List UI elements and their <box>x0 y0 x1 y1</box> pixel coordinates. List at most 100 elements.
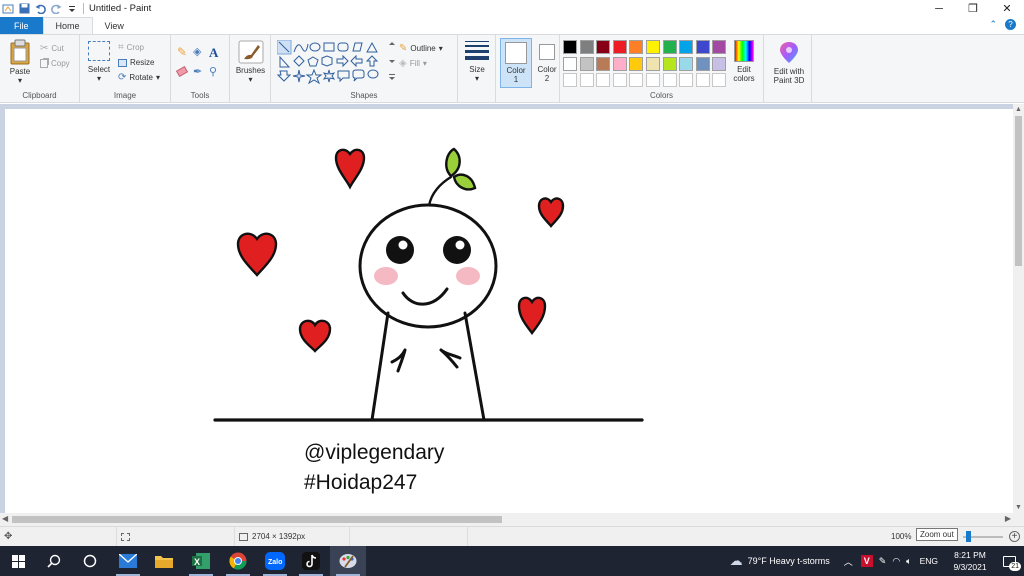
palette-swatch[interactable] <box>695 56 710 71</box>
paint-app-icon[interactable] <box>2 3 14 15</box>
zoom-slider[interactable] <box>963 531 1003 542</box>
palette-swatch[interactable] <box>563 73 577 88</box>
collapse-ribbon-icon[interactable]: ⌃ <box>989 19 997 30</box>
brushes-button[interactable]: Brushes ▾ <box>234 40 267 84</box>
tab-home[interactable]: Home <box>42 17 93 34</box>
clock[interactable]: 8:21 PM 9/3/2021 <box>946 549 994 573</box>
cut-button[interactable]: ✂ Cut <box>40 41 70 56</box>
scroll-up-arrow[interactable]: ▲ <box>1015 106 1022 113</box>
vertical-scrollbar[interactable]: ▲ ▼ <box>1013 104 1024 513</box>
maximize-button[interactable]: ❐ <box>956 0 990 17</box>
eraser-icon[interactable] <box>175 65 189 78</box>
size-dropdown-icon[interactable]: ▾ <box>464 74 490 83</box>
zoom-in-button[interactable]: + <box>1009 531 1020 542</box>
horizontal-scroll-thumb[interactable] <box>12 516 502 523</box>
palette-swatch[interactable] <box>712 73 727 88</box>
palette-swatch[interactable] <box>679 56 694 71</box>
language-indicator[interactable]: ENG <box>920 556 938 566</box>
vertical-scroll-thumb[interactable] <box>1015 116 1022 266</box>
network-icon[interactable]: ◠ <box>892 556 900 567</box>
tab-view[interactable]: View <box>93 17 136 34</box>
taskbar-file-explorer[interactable] <box>146 546 182 576</box>
palette-swatch[interactable] <box>712 56 727 71</box>
crop-button[interactable]: ⌗ Crop <box>118 40 160 55</box>
shapes-gallery[interactable] <box>277 40 397 86</box>
scroll-left-arrow[interactable]: ◀ <box>2 514 8 523</box>
palette-swatch[interactable] <box>679 40 694 54</box>
save-icon[interactable] <box>18 3 30 15</box>
taskbar-paint[interactable] <box>330 546 366 576</box>
resize-button[interactable]: Resize <box>118 55 160 70</box>
text-tool-icon[interactable]: A <box>209 45 225 65</box>
pencil-icon[interactable]: ✎ <box>177 45 193 65</box>
taskbar-zalo[interactable]: Zalo <box>257 546 293 576</box>
palette-swatch[interactable] <box>629 73 644 88</box>
edit-with-paint3d-button[interactable]: Edit with Paint 3D <box>767 41 811 85</box>
paste-button[interactable]: Paste ▾ <box>6 39 34 87</box>
redo-icon[interactable] <box>50 3 62 15</box>
palette-swatch[interactable] <box>563 56 577 71</box>
drawing-canvas[interactable]: @viplegendary #Hoidap247 <box>5 109 1013 513</box>
help-icon[interactable]: ? <box>1005 19 1016 30</box>
fill-button[interactable]: ◈ Fill ▾ <box>399 56 443 71</box>
select-dropdown-icon[interactable]: ▾ <box>85 74 113 83</box>
brushes-dropdown-icon[interactable]: ▾ <box>234 75 267 84</box>
copy-button[interactable]: Copy <box>40 56 70 71</box>
palette-swatch[interactable] <box>662 40 677 54</box>
taskbar-tiktok[interactable] <box>293 546 329 576</box>
select-button[interactable]: Select ▾ <box>85 41 113 83</box>
undo-icon[interactable] <box>34 3 46 15</box>
fill-bucket-icon[interactable]: ◈ <box>193 45 209 65</box>
taskbar-excel[interactable]: X <box>183 546 219 576</box>
zoom-slider-thumb[interactable] <box>966 531 971 542</box>
color-picker-icon[interactable]: ✒ <box>193 65 209 85</box>
start-button[interactable] <box>0 546 36 576</box>
minimize-button[interactable]: ─ <box>922 0 956 17</box>
palette-swatch[interactable] <box>695 40 710 54</box>
palette-swatch[interactable] <box>645 40 660 54</box>
palette-swatch[interactable] <box>579 56 594 71</box>
volume-icon[interactable]: 🔈︎ <box>906 556 911 567</box>
outline-dropdown-icon[interactable]: ▾ <box>439 44 443 53</box>
scroll-down-arrow[interactable]: ▼ <box>1015 504 1022 511</box>
edit-colors-button[interactable]: Edit colors <box>729 40 759 83</box>
palette-swatch[interactable] <box>629 56 644 71</box>
palette-swatch[interactable] <box>679 73 694 88</box>
color1-button[interactable]: Color 1 <box>500 38 532 88</box>
palette-swatch[interactable] <box>712 40 727 54</box>
palette-swatch[interactable] <box>579 40 594 54</box>
weather-text[interactable]: 79°F Heavy t-storms <box>748 556 830 566</box>
palette-swatch[interactable] <box>662 56 677 71</box>
close-button[interactable]: ✕ <box>990 0 1024 17</box>
palette-swatch[interactable] <box>612 73 627 88</box>
palette-swatch[interactable] <box>563 40 577 54</box>
palette-swatch[interactable] <box>579 73 594 88</box>
palette-swatch[interactable] <box>695 73 710 88</box>
outline-button[interactable]: ✎ Outline ▾ <box>399 41 443 56</box>
palette-swatch[interactable] <box>662 73 677 88</box>
color2-button[interactable]: Color 2 <box>534 38 560 88</box>
palette-swatch[interactable] <box>645 73 660 88</box>
palette-swatch[interactable] <box>612 56 627 71</box>
palette-swatch[interactable] <box>596 56 611 71</box>
weather-icon[interactable]: ☁ <box>730 553 743 569</box>
pen-workspace-icon[interactable]: ✎ <box>879 556 887 567</box>
search-button[interactable] <box>36 546 72 576</box>
customize-toolbar-icon[interactable] <box>66 3 78 15</box>
palette-swatch[interactable] <box>612 40 627 54</box>
rotate-button[interactable]: ⟳ Rotate ▾ <box>118 70 160 85</box>
rotate-dropdown-icon[interactable]: ▾ <box>156 73 160 82</box>
cortana-button[interactable] <box>72 546 108 576</box>
horizontal-scrollbar[interactable]: ◀ ▶ <box>0 513 1013 526</box>
show-hidden-icons[interactable]: ︿ <box>844 555 853 568</box>
palette-swatch[interactable] <box>645 56 660 71</box>
palette-swatch[interactable] <box>596 73 611 88</box>
taskbar-mail[interactable] <box>110 546 146 576</box>
size-button[interactable]: Size ▾ <box>464 41 490 83</box>
antivirus-icon[interactable]: V <box>860 555 873 567</box>
magnifier-icon[interactable]: ⚲ <box>209 65 225 85</box>
tab-file[interactable]: File <box>0 17 43 34</box>
palette-swatch[interactable] <box>629 40 644 54</box>
paste-dropdown-icon[interactable]: ▾ <box>6 76 34 85</box>
scroll-right-arrow[interactable]: ▶ <box>1005 514 1011 523</box>
